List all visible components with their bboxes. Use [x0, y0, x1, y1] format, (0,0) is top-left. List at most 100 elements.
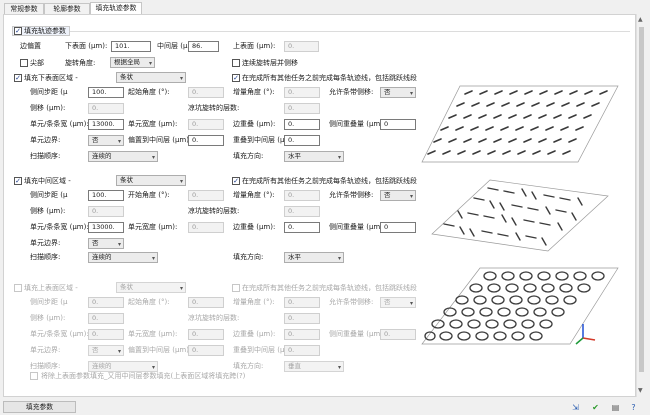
upper-cell-border-select[interactable]: 否 ▾	[88, 345, 124, 356]
lower-cell-border-select[interactable]: 否 ▾	[88, 135, 124, 146]
scroll-up-arrow[interactable]: ▲	[638, 17, 643, 23]
lower-cell-border-select-value: 否	[92, 136, 99, 144]
upper-surface-input[interactable]: 0.	[284, 41, 319, 52]
upper-overlap-mid-input[interactable]: 0.	[284, 345, 320, 356]
tab-general[interactable]: 常规参数	[4, 3, 44, 14]
middle-scan-order-select[interactable]: 连续的 ▾	[88, 252, 158, 263]
lower-allow-shift-select[interactable]: 否 ▾	[380, 87, 416, 98]
middle-side-step-input[interactable]: 100.	[88, 190, 124, 201]
middle-cell-width-input[interactable]: 0.	[188, 222, 224, 233]
tip-checkbox[interactable]	[20, 59, 28, 67]
middle-fill-direction-select[interactable]: 水平 ▾	[284, 252, 344, 263]
middle-sync-checkbox[interactable]: ✓	[232, 177, 240, 185]
chevron-down-icon: ▾	[409, 300, 413, 307]
upper-side-shift-input[interactable]: 0.	[88, 313, 124, 324]
middle-style-select[interactable]: 条状 ▾	[116, 175, 186, 186]
middle-cell-border-select-value: 否	[92, 239, 99, 247]
lower-fill-illustration	[421, 85, 619, 163]
upper-scan-order-label: 扫描顺序:	[30, 362, 61, 370]
import-icon[interactable]: ⇲	[570, 402, 581, 413]
continuous-rotation-label: 连续旋转层并侧移	[242, 59, 298, 67]
upper-sync-checkbox[interactable]	[232, 284, 240, 292]
lower-edge-overlap-input[interactable]: 0.	[284, 119, 320, 130]
upper-unit-width-label: 单元/条条宽 (μm):	[30, 330, 89, 338]
upper-edge-overlap-input[interactable]: 0.	[284, 329, 320, 340]
lower-overlap-mid-input[interactable]: 0.	[284, 135, 320, 146]
upper-bias-mid-input[interactable]: 0.	[188, 345, 224, 356]
upper-fill-direction-select[interactable]: 垂直 ▾	[284, 361, 344, 372]
upper-style-select[interactable]: 条状 ▾	[116, 282, 186, 293]
fill-path-checkbox[interactable]: ✓	[14, 27, 22, 35]
lower-edge-overlap-label: 边重叠 (μm):	[233, 120, 276, 128]
footnote-checkbox[interactable]	[30, 372, 38, 380]
axis-triad-icon	[575, 324, 596, 345]
chevron-down-icon: ▾	[179, 75, 183, 82]
middle-edge-overlap-label: 边重叠 (μm):	[233, 223, 276, 231]
middle-cont-layers-input[interactable]: 0.	[284, 206, 320, 217]
tab-fill-path[interactable]: 填充轨迹参数	[90, 2, 142, 14]
scroll-down-arrow[interactable]: ▼	[638, 388, 643, 394]
middle-style-select-value: 条状	[120, 176, 133, 184]
check-icon[interactable]: ✔	[590, 402, 601, 413]
chevron-down-icon: ▾	[151, 255, 155, 262]
fill-params-button[interactable]: 填充参数	[3, 401, 76, 413]
rotation-angle-select[interactable]: 根据全局 ▾	[110, 57, 155, 68]
lower-side-overlap-input[interactable]: 0	[380, 119, 416, 130]
upper-scan-order-select[interactable]: 连续的 ▾	[88, 361, 158, 372]
export-icon[interactable]: ▤	[610, 402, 621, 413]
lower-cell-border-label: 单元边界:	[30, 136, 61, 144]
middle-unit-width-input[interactable]: 13000.	[88, 222, 124, 233]
edge-offset-label: 边偏置	[20, 42, 41, 50]
middle-region-checkbox[interactable]: ✓	[14, 177, 22, 185]
lower-bias-mid-input[interactable]: 0.	[188, 135, 224, 146]
middle-layer-input[interactable]: 86.	[188, 41, 219, 52]
upper-cell-border-select-value: 否	[92, 346, 99, 354]
upper-start-angle-input[interactable]: 0.	[188, 297, 224, 308]
lower-start-angle-input[interactable]: 0.	[188, 87, 224, 98]
help-icon[interactable]: ?	[628, 402, 639, 413]
middle-side-shift-input[interactable]: 0.	[88, 206, 124, 217]
lower-cell-width-label: 单元宽度 (μm):	[128, 120, 178, 128]
lower-cell-width-input[interactable]: 0.	[188, 119, 224, 130]
lower-side-shift-input[interactable]: 0.	[88, 103, 124, 114]
middle-side-overlap-input[interactable]: 0	[380, 222, 416, 233]
lower-allow-shift-select-value: 否	[384, 88, 391, 96]
middle-side-overlap-label: 侧间重叠量 (μm):	[329, 223, 386, 231]
lower-sync-checkbox[interactable]: ✓	[232, 74, 240, 82]
upper-side-step-input[interactable]: 0.	[88, 297, 124, 308]
lower-inc-angle-input[interactable]: 0.	[284, 87, 320, 98]
continuous-rotation-checkbox[interactable]	[232, 59, 240, 67]
lower-region-checkbox[interactable]: ✓	[14, 74, 22, 82]
upper-allow-shift-select[interactable]: 否 ▾	[380, 297, 416, 308]
middle-inc-angle-input[interactable]: 0.	[284, 190, 320, 201]
middle-allow-shift-select[interactable]: 否 ▾	[380, 190, 416, 201]
upper-cont-layers-input[interactable]: 0.	[284, 313, 320, 324]
chevron-down-icon: ▾	[117, 241, 121, 248]
lower-start-angle-label: 起始角度 (°):	[128, 88, 170, 96]
lower-scan-order-select[interactable]: 连续的 ▾	[88, 151, 158, 162]
lower-allow-shift-label: 允许条带侧移:	[329, 88, 374, 96]
upper-edge-overlap-label: 边重叠 (μm):	[233, 330, 276, 338]
lower-fill-direction-select[interactable]: 水平 ▾	[284, 151, 344, 162]
chevron-down-icon: ▾	[337, 255, 341, 262]
lower-side-step-input[interactable]: 100.	[88, 87, 124, 98]
middle-start-angle-input[interactable]: 0.	[188, 190, 224, 201]
middle-cell-width-label: 单元宽度 (μm):	[128, 223, 178, 231]
rotation-angle-label: 旋转角度:	[65, 59, 96, 67]
lower-cont-layers-label: 凉坑旋转的层数:	[188, 104, 240, 112]
upper-inc-angle-input[interactable]: 0.	[284, 297, 320, 308]
middle-edge-overlap-input[interactable]: 0.	[284, 222, 320, 233]
lower-surface-input[interactable]: 101.	[111, 41, 151, 52]
upper-region-checkbox[interactable]	[14, 284, 22, 292]
upper-side-overlap-input[interactable]: 0.	[380, 329, 416, 340]
upper-cell-width-input[interactable]: 0.	[188, 329, 224, 340]
lower-style-select[interactable]: 条状 ▾	[116, 72, 186, 83]
scrollbar-thumb[interactable]	[639, 27, 644, 372]
upper-unit-width-input[interactable]: 0.	[88, 329, 124, 340]
middle-cell-border-select[interactable]: 否 ▾	[88, 238, 124, 249]
upper-bias-mid-label: 偏置到中间层 (μm):	[128, 346, 192, 354]
middle-region-title: 填充中间区域 -	[24, 177, 71, 185]
tab-contour[interactable]: 轮廓参数	[44, 3, 90, 14]
lower-cont-layers-input[interactable]: 0.	[284, 103, 320, 114]
lower-unit-width-input[interactable]: 13000.	[88, 119, 124, 130]
